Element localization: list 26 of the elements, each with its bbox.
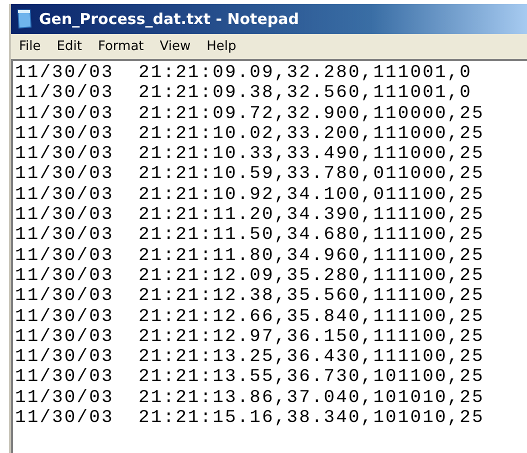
- menu-item[interactable]: Format: [92, 38, 150, 55]
- text-line: 11/30/03 21:21:10.92,34.100,011100,25: [15, 184, 484, 206]
- text-line: 11/30/03 21:21:12.09,35.280,111100,25: [15, 266, 484, 286]
- text-line: 11/30/03 21:21:10.02,33.200,111000,25: [15, 124, 484, 144]
- text-line: 11/30/03 21:21:10.59,33.780,011000,25: [15, 164, 484, 185]
- text-line: 11/30/03 21:21:11.50,34.680,111100,25: [15, 225, 484, 246]
- text-line: 11/30/03 21:21:09.09,32.280,111001,0: [15, 63, 472, 84]
- text-line: 11/30/03 21:21:13.86,37.040,101010,25: [15, 388, 484, 408]
- text-line: 11/30/03 21:21:09.72,32.900,110000,25: [15, 104, 484, 124]
- menu-item[interactable]: View: [154, 38, 197, 55]
- menu-item[interactable]: Help: [200, 38, 242, 55]
- notepad-icon: [15, 9, 33, 29]
- text-line: 11/30/03 21:21:12.97,36.150,111100,25: [15, 326, 484, 348]
- text-line: 11/30/03 21:21:15.16,38.340,101010,25: [15, 408, 484, 428]
- text-line: 11/30/03 21:21:11.20,34.390,111100,25: [15, 205, 484, 226]
- text-line: 11/30/03 21:21:12.66,35.840,111100,25: [15, 306, 484, 327]
- text-line: 11/30/03 21:21:13.55,36.730,101100,25: [15, 367, 484, 388]
- text-line: 11/30/03 21:21:10.33,33.490,111000,25: [15, 144, 484, 164]
- text-area[interactable]: [11, 59, 527, 453]
- text-line: 11/30/03 21:21:13.25,36.430,111100,25: [15, 347, 484, 368]
- text-line: 11/30/03 21:21:09.38,32.560,111001,0: [15, 83, 472, 104]
- window-title: Gen_Process_dat.txt - Notepad: [39, 10, 299, 28]
- menu-item[interactable]: Edit: [50, 38, 88, 55]
- text-line: 11/30/03 21:21:11.80,34.960,111100,25: [15, 246, 484, 266]
- text-line: 11/30/03 21:21:12.38,35.560,111100,25: [15, 286, 484, 307]
- menu-item[interactable]: File: [13, 38, 47, 55]
